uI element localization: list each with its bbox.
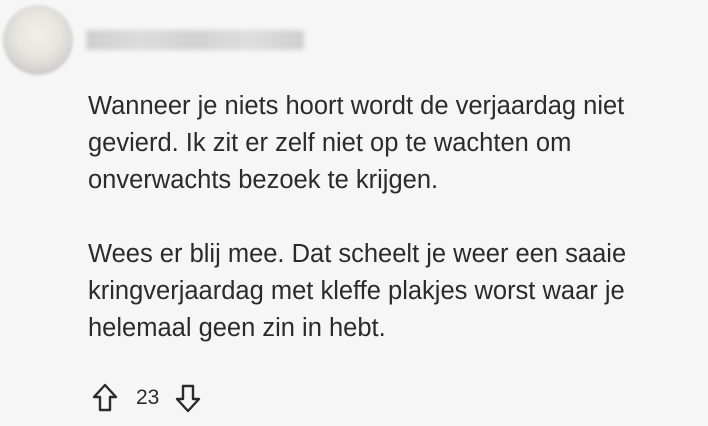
arrow-down-outline-icon bbox=[176, 384, 201, 413]
username-text: Frau_Bigmeh_2007 bbox=[86, 30, 87, 31]
comment-body: Wanneer je niets hoort wordt de verjaard… bbox=[88, 88, 708, 347]
vote-bar: 23 bbox=[88, 378, 205, 418]
username[interactable]: Frau_Bigmeh_2007 bbox=[86, 30, 304, 50]
avatar[interactable] bbox=[3, 5, 73, 75]
downvote-button[interactable] bbox=[171, 378, 205, 418]
comment-line: helemaal geen zin in hebt. bbox=[88, 314, 386, 342]
comment-line: Wees er blij mee. Dat scheelt je weer ee… bbox=[88, 240, 627, 268]
comment-line: onverwachts bezoek te krijgen. bbox=[88, 166, 439, 194]
arrow-up-outline-icon bbox=[92, 383, 118, 412]
vote-score: 23 bbox=[136, 386, 160, 409]
comment-line: Wanneer je niets hoort wordt de verjaard… bbox=[88, 92, 625, 120]
comment-line: gevierd. Ik zit er zelf niet op te wacht… bbox=[88, 129, 572, 157]
comment: Frau_Bigmeh_2007 Wanneer je niets hoort … bbox=[0, 0, 708, 426]
comment-paragraph: Wees er blij mee. Dat scheelt je weer ee… bbox=[88, 236, 708, 347]
comment-line: kringverjaardag met kleffe plakjes worst… bbox=[88, 277, 625, 305]
comment-paragraph: Wanneer je niets hoort wordt de verjaard… bbox=[88, 88, 708, 199]
upvote-button[interactable] bbox=[88, 378, 122, 418]
